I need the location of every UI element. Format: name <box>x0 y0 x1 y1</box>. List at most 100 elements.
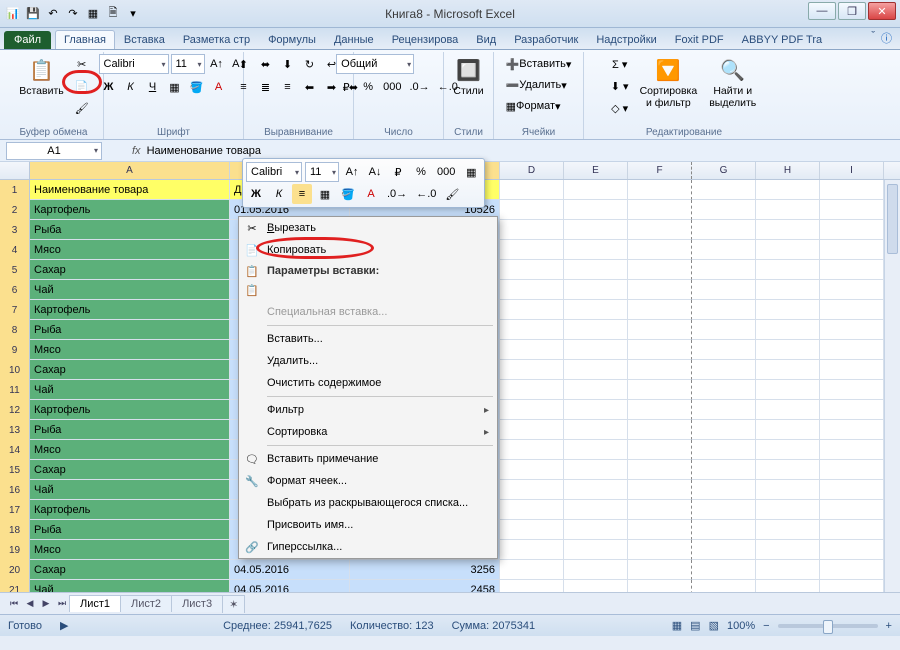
cell[interactable]: Чай <box>30 580 230 592</box>
cell[interactable] <box>500 520 564 540</box>
cell[interactable] <box>820 560 884 580</box>
cell[interactable] <box>564 300 628 320</box>
currency-icon[interactable]: ₽ <box>336 77 356 97</box>
cell[interactable] <box>500 320 564 340</box>
col-F[interactable]: F <box>628 162 692 179</box>
cell[interactable] <box>756 520 820 540</box>
col-E[interactable]: E <box>564 162 628 179</box>
cell[interactable] <box>564 440 628 460</box>
mini-decdec-icon[interactable]: ←.0 <box>413 184 439 204</box>
cell[interactable]: Картофель <box>30 300 230 320</box>
autosum-icon[interactable]: Σ ▾ <box>608 54 632 74</box>
cell[interactable] <box>500 400 564 420</box>
cell[interactable] <box>756 320 820 340</box>
cell[interactable] <box>756 220 820 240</box>
ctx-sort[interactable]: Сортировка <box>239 421 497 443</box>
cell[interactable] <box>628 200 692 220</box>
sheet-tab-2[interactable]: Лист2 <box>120 595 172 612</box>
cell[interactable]: 3256 <box>350 560 500 580</box>
cell[interactable] <box>500 340 564 360</box>
font-color-icon[interactable]: A <box>209 77 229 97</box>
format-painter-icon[interactable]: 🖌 <box>72 98 92 118</box>
mini-align-icon[interactable]: ≡ <box>292 184 312 204</box>
cell[interactable] <box>564 200 628 220</box>
ctx-comment[interactable]: 🗨Вставить примечание <box>239 448 497 470</box>
font-name-combo[interactable]: Calibri <box>99 54 169 74</box>
cut-icon[interactable]: ✂ <box>72 54 92 74</box>
cells-insert-button[interactable]: ➕ Вставить ▾ <box>503 54 575 74</box>
mini-grow-font-icon[interactable]: A↑ <box>342 162 362 182</box>
ctx-format-cells[interactable]: 🔧Формат ячеек... <box>239 470 497 492</box>
cell[interactable] <box>628 440 692 460</box>
sort-filter-button[interactable]: 🔽 Сортировка и фильтр <box>636 54 702 111</box>
cell[interactable] <box>820 380 884 400</box>
cell[interactable] <box>564 460 628 480</box>
fill-color-icon[interactable]: 🪣 <box>187 77 207 97</box>
cell[interactable]: Рыба <box>30 520 230 540</box>
cell[interactable] <box>756 420 820 440</box>
mini-incdec-icon[interactable]: .0→ <box>384 184 410 204</box>
cell[interactable] <box>564 560 628 580</box>
cell[interactable] <box>820 400 884 420</box>
maximize-button[interactable]: ❐ <box>838 2 866 20</box>
undo-icon[interactable]: ↶ <box>44 5 62 23</box>
mini-font-combo[interactable]: Calibri <box>246 162 302 182</box>
fill-icon[interactable]: ⬇ ▾ <box>608 76 632 96</box>
cell[interactable] <box>500 540 564 560</box>
orientation-icon[interactable]: ↻ <box>300 54 320 74</box>
select-all-corner[interactable] <box>0 162 30 179</box>
cell[interactable] <box>628 540 692 560</box>
close-button[interactable]: ✕ <box>868 2 896 20</box>
cell[interactable] <box>628 280 692 300</box>
cell[interactable]: 2458 <box>350 580 500 592</box>
cell[interactable] <box>692 420 756 440</box>
col-G[interactable]: G <box>692 162 756 179</box>
cell[interactable] <box>756 240 820 260</box>
cell[interactable] <box>820 500 884 520</box>
cell[interactable] <box>628 560 692 580</box>
cell[interactable] <box>692 260 756 280</box>
row-header[interactable]: 7 <box>0 300 30 320</box>
col-H[interactable]: H <box>756 162 820 179</box>
cell[interactable] <box>820 220 884 240</box>
zoom-in-icon[interactable]: + <box>886 620 892 632</box>
cell[interactable] <box>564 280 628 300</box>
save-icon[interactable]: 💾 <box>24 5 42 23</box>
cells-format-button[interactable]: ▦ Формат ▾ <box>503 96 564 116</box>
sheet-nav-next-icon[interactable]: ▶ <box>38 596 54 612</box>
cell[interactable] <box>692 320 756 340</box>
mini-bold-button[interactable]: Ж <box>246 184 266 204</box>
cell[interactable] <box>756 500 820 520</box>
row-header[interactable]: 10 <box>0 360 30 380</box>
view-normal-icon[interactable]: ▦ <box>672 619 682 632</box>
cell[interactable]: Рыба <box>30 220 230 240</box>
sheet-nav-prev-icon[interactable]: ◀ <box>22 596 38 612</box>
cell[interactable] <box>500 180 564 200</box>
mini-border-icon[interactable]: ▦ <box>315 184 335 204</box>
scroll-thumb[interactable] <box>887 184 898 254</box>
cell[interactable] <box>500 480 564 500</box>
cell[interactable] <box>564 480 628 500</box>
cell[interactable] <box>564 180 628 200</box>
fx-icon[interactable]: fx <box>132 145 141 157</box>
increase-font-icon[interactable]: A↑ <box>207 54 227 74</box>
ctx-insert[interactable]: Вставить... <box>239 328 497 350</box>
qat-icon2[interactable]: 🗎 <box>104 5 122 23</box>
tab-abbyy[interactable]: ABBYY PDF Tra <box>733 30 832 49</box>
row-header[interactable]: 17 <box>0 500 30 520</box>
cell[interactable]: Мясо <box>30 340 230 360</box>
cell[interactable]: Сахар <box>30 260 230 280</box>
cell[interactable] <box>500 560 564 580</box>
mini-merge-icon[interactable]: ▦ <box>461 162 481 182</box>
ctx-pick-from-list[interactable]: Выбрать из раскрывающегося списка... <box>239 492 497 514</box>
cell[interactable]: Мясо <box>30 540 230 560</box>
cell[interactable] <box>756 200 820 220</box>
cell[interactable] <box>820 260 884 280</box>
cell[interactable]: Сахар <box>30 560 230 580</box>
cell[interactable]: 04.05.2016 <box>230 580 350 592</box>
row-header[interactable]: 18 <box>0 520 30 540</box>
mini-currency-icon[interactable]: ₽ <box>388 162 408 182</box>
cell[interactable]: Наименование товара <box>30 180 230 200</box>
mini-fill-icon[interactable]: 🪣 <box>338 184 358 204</box>
col-A[interactable]: A <box>30 162 230 179</box>
